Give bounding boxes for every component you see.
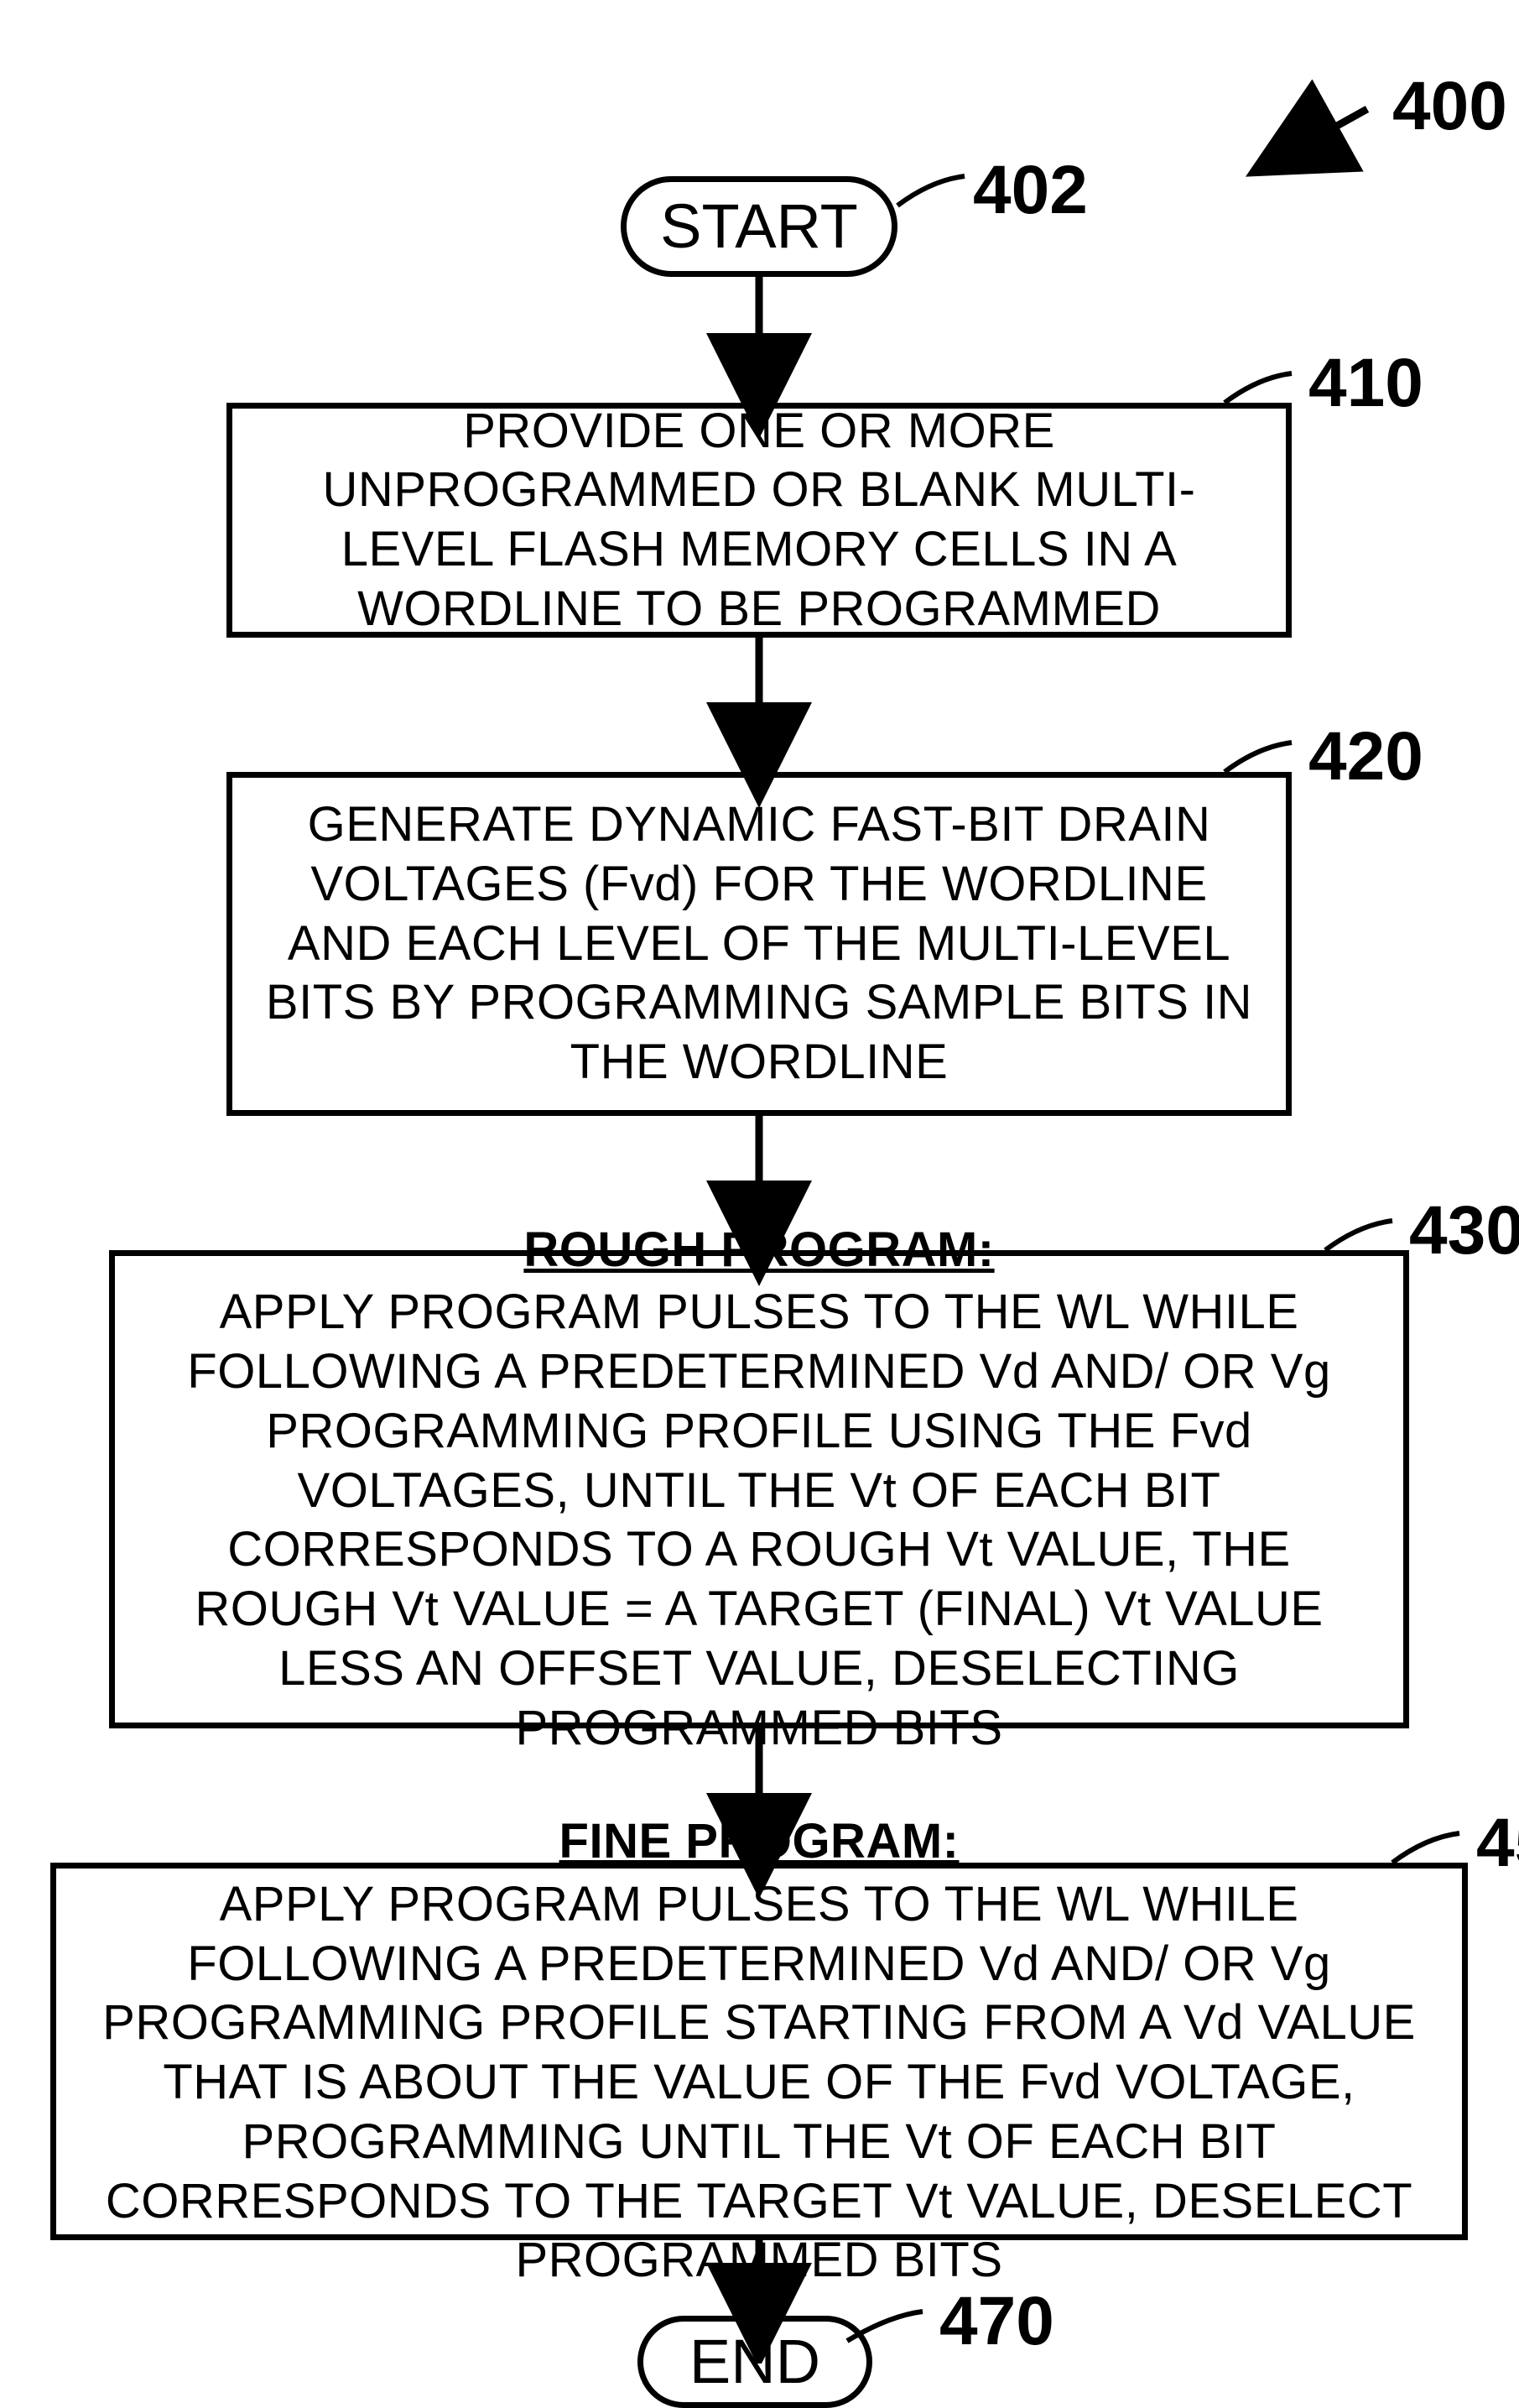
end-text: END <box>689 2324 820 2400</box>
step-430: ROUGH PROGRAM: APPLY PROGRAM PULSES TO T… <box>109 1250 1409 1728</box>
step-410: PROVIDE ONE OR MORE UNPROGRAMMED OR BLAN… <box>226 403 1292 638</box>
step-420-text: GENERATE DYNAMIC FAST-BIT DRAIN VOLTAGES… <box>266 797 1252 1089</box>
step-450-text: APPLY PROGRAM PULSES TO THE WL WHILE FOL… <box>102 1877 1416 2288</box>
step-430-heading: ROUGH PROGRAM: <box>140 1221 1378 1280</box>
step-430-text: APPLY PROGRAM PULSES TO THE WL WHILE FOL… <box>187 1285 1330 1754</box>
flowchart-canvas: 400 START 402 PROVIDE ONE OR MORE UNPROG… <box>0 0 1519 2364</box>
step-450: FINE PROGRAM: APPLY PROGRAM PULSES TO TH… <box>50 1863 1468 2240</box>
label-430: 430 <box>1409 1191 1519 1270</box>
figure-number: 400 <box>1392 67 1507 146</box>
label-402: 402 <box>973 151 1088 230</box>
step-410-text: PROVIDE ONE OR MORE UNPROGRAMMED OR BLAN… <box>323 404 1196 636</box>
start-text: START <box>660 189 858 264</box>
label-450: 450 <box>1476 1804 1519 1883</box>
step-450-heading: FINE PROGRAM: <box>73 1812 1445 1872</box>
start-terminator: START <box>621 176 897 277</box>
label-420: 420 <box>1308 717 1423 796</box>
step-420: GENERATE DYNAMIC FAST-BIT DRAIN VOLTAGES… <box>226 772 1292 1116</box>
label-470: 470 <box>939 2282 1054 2361</box>
label-410: 410 <box>1308 344 1423 423</box>
end-terminator: END <box>637 2316 872 2408</box>
